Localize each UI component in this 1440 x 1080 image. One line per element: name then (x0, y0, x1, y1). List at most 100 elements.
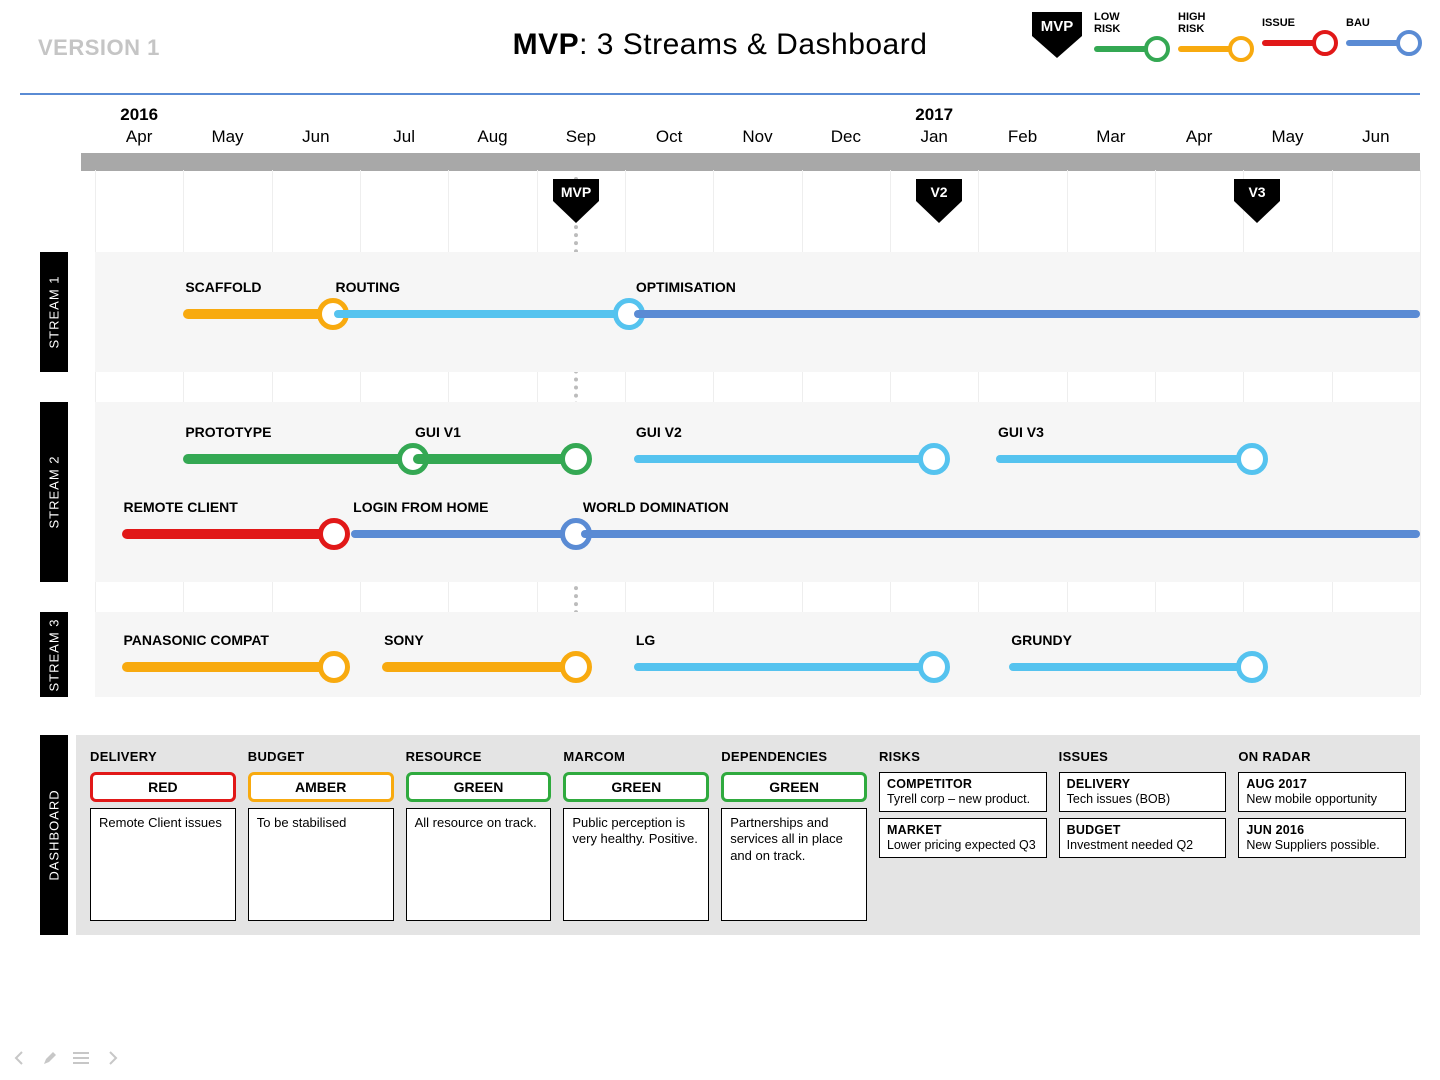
dashboard-col-title: RISKS (879, 749, 1047, 764)
task-label: SCAFFOLD (185, 279, 261, 295)
task-bar: LOGIN FROM HOME (351, 517, 576, 551)
legend-label: ISSUE (1262, 18, 1295, 30)
task-bar: PROTOTYPE (183, 442, 413, 476)
stream-label: STREAM 2 (40, 402, 68, 582)
year-label: 2017 (915, 105, 953, 125)
status-badge: RED (90, 772, 236, 802)
task-label: SONY (384, 632, 424, 648)
dashboard-card: JUN 2016New Suppliers possible. (1238, 818, 1406, 858)
arrow-right-icon[interactable] (104, 1050, 120, 1066)
month-label: Mar (1096, 127, 1125, 147)
task-label: ROUTING (336, 279, 401, 295)
header: VERSION 1 MVP: 3 Streams & Dashboard MVP… (0, 0, 1440, 95)
milestone-marker: V2 (912, 177, 966, 225)
dashboard-label: DASHBOARD (40, 735, 68, 935)
svg-text:MVP: MVP (561, 184, 591, 200)
dashboard-card: COMPETITORTyrell corp – new product. (879, 772, 1047, 812)
task-label: REMOTE CLIENT (124, 499, 238, 515)
task-label: OPTIMISATION (636, 279, 736, 295)
task-label: LG (636, 632, 655, 648)
dashboard-col-title: ISSUES (1059, 749, 1227, 764)
dashboard-card: MARKETLower pricing expected Q3 (879, 818, 1047, 858)
dashboard-card-col: ISSUESDELIVERYTech issues (BOB)BUDGETInv… (1059, 749, 1227, 921)
task-bar: GUI V3 (996, 442, 1252, 476)
svg-text:V2: V2 (930, 184, 947, 200)
footer-toolbar (12, 1050, 120, 1066)
milestone-marker: V3 (1230, 177, 1284, 225)
task-label: PANASONIC COMPAT (124, 632, 269, 648)
task-bar: SONY (382, 650, 576, 684)
task-bar: SCAFFOLD (183, 297, 333, 331)
dashboard-card-col: RISKS COMPETITORTyrell corp – new product… (879, 749, 1047, 921)
legend-label: HIGH RISK (1178, 12, 1206, 35)
dashboard-status-col: BUDGET AMBER To be stabilised (248, 749, 394, 921)
task-bar: ROUTING (334, 297, 630, 331)
month-label: Apr (126, 127, 152, 147)
task-bar: GUI V1 (413, 442, 576, 476)
stream-lane: PROTOTYPEGUI V1GUI V2GUI V3REMOTE CLIENT… (95, 402, 1420, 582)
dashboard-label-text: DASHBOARD (47, 789, 62, 880)
month-label: Jan (920, 127, 947, 147)
streams-container: STREAM 1SCAFFOLDROUTINGOPTIMISATIONSTREA… (40, 177, 1420, 695)
year-label: 2016 (120, 105, 158, 125)
timeline-chart: 20162017AprMayJunJulAugSepOctNovDecJanFe… (40, 105, 1420, 695)
status-note: Partnerships and services all in place a… (721, 808, 867, 921)
title-strong: MVP (513, 28, 580, 61)
task-label: LOGIN FROM HOME (353, 499, 488, 515)
title-rest: : 3 Streams & Dashboard (579, 28, 927, 61)
status-note: To be stabilised (248, 808, 394, 921)
task-bar: LG (634, 650, 934, 684)
legend-mvp-text: MVP (1041, 18, 1074, 35)
dashboard-col-title: DEPENDENCIES (721, 749, 867, 764)
arrow-left-icon[interactable] (12, 1050, 28, 1066)
dashboard-card: AUG 2017New mobile opportunity (1238, 772, 1406, 812)
list-icon[interactable] (72, 1050, 90, 1066)
task-label: PROTOTYPE (185, 424, 271, 440)
legend-high-risk: HIGH RISK (1178, 12, 1252, 57)
legend-mvp-icon: MVP (1030, 10, 1084, 60)
status-note: Public perception is very healthy. Posit… (563, 808, 709, 921)
task-label: GUI V1 (415, 424, 461, 440)
month-label: Jun (302, 127, 329, 147)
status-badge: GREEN (563, 772, 709, 802)
timeline-scale: 20162017AprMayJunJulAugSepOctNovDecJanFe… (40, 105, 1420, 170)
dashboard-col-title: BUDGET (248, 749, 394, 764)
month-label: Feb (1008, 127, 1037, 147)
stream-label: STREAM 3 (40, 612, 68, 697)
pencil-icon[interactable] (42, 1050, 58, 1066)
status-badge: GREEN (721, 772, 867, 802)
month-label: Oct (656, 127, 682, 147)
dashboard-col-title: DELIVERY (90, 749, 236, 764)
status-note: All resource on track. (406, 808, 552, 921)
month-label: Jun (1362, 127, 1389, 147)
stream-lane: SCAFFOLDROUTINGOPTIMISATION (95, 252, 1420, 372)
task-bar: GRUNDY (1009, 650, 1252, 684)
dashboard-status-col: DEPENDENCIES GREEN Partnerships and servic… (721, 749, 867, 921)
month-label: Sep (566, 127, 596, 147)
stream-lane: PANASONIC COMPAT SONY LG GRUNDY (95, 612, 1420, 697)
legend-low-risk: LOW RISK (1094, 12, 1168, 57)
task-bar: GUI V2 (634, 442, 934, 476)
timeline-band (81, 153, 1420, 171)
legend-label: LOW RISK (1094, 12, 1120, 35)
dashboard-card-col: ON RADARAUG 2017New mobile opportunityJU… (1238, 749, 1406, 921)
svg-text:V3: V3 (1248, 184, 1265, 200)
month-label: Dec (831, 127, 861, 147)
dashboard-col-title: MARCOM (563, 749, 709, 764)
task-bar: PANASONIC COMPAT (122, 650, 334, 684)
task-bar: REMOTE CLIENT (122, 517, 334, 551)
dashboard-status-col: DELIVERYREDRemote Client issues (90, 749, 236, 921)
month-label: May (211, 127, 243, 147)
dashboard-body: DELIVERYREDRemote Client issuesBUDGETAMB… (76, 735, 1420, 935)
task-bar: WORLD DOMINATION (581, 517, 1420, 551)
month-label: Apr (1186, 127, 1212, 147)
header-divider (20, 93, 1420, 95)
month-label: Nov (742, 127, 772, 147)
dashboard: DASHBOARD DELIVERYREDRemote Client issue… (40, 735, 1420, 935)
milestone-marker: MVP (549, 177, 603, 225)
legend-label: BAU (1346, 18, 1370, 30)
stream-label: STREAM 1 (40, 252, 68, 372)
dashboard-status-col: MARCOM GREEN Public perception is very hea… (563, 749, 709, 921)
status-badge: AMBER (248, 772, 394, 802)
dashboard-card: DELIVERYTech issues (BOB) (1059, 772, 1227, 812)
